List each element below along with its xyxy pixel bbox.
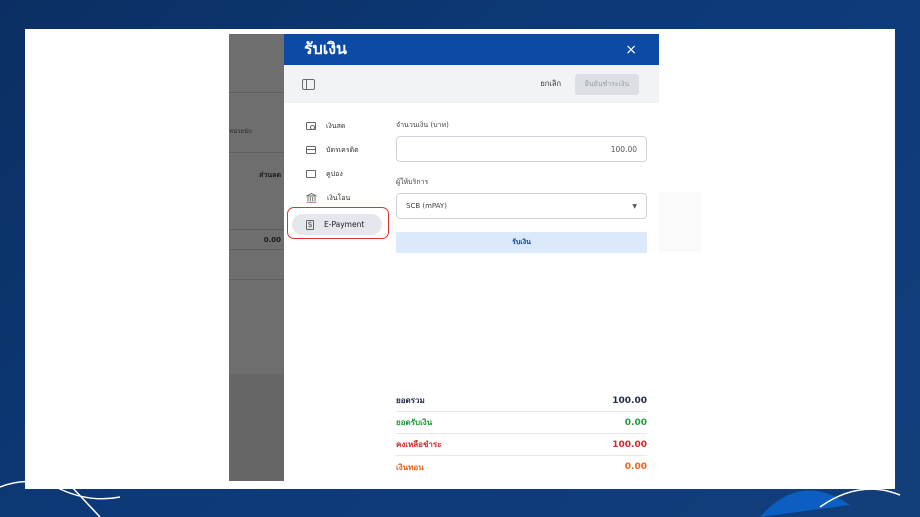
sidebar-item-credit-card[interactable]: บัตรเครดิต: [284, 138, 388, 162]
summary-row-change: เงินทอน 0.00: [396, 456, 647, 478]
toolbar-actions: ยกเลิก ยืนยันชำระเงิน: [540, 73, 639, 95]
divider: [229, 279, 284, 280]
coupon-icon: [306, 170, 316, 178]
amount-label: จำนวนเงิน (บาท): [396, 121, 449, 129]
bg-discount-value: 0.00: [263, 236, 281, 244]
receive-payment-modal: รับเงิน × ยกเลิก ยืนยันชำระเงิน เงินสด บ…: [284, 34, 659, 481]
divider: [229, 92, 284, 93]
sidebar-toggle-icon[interactable]: [302, 78, 315, 90]
credit-card-icon: [306, 146, 316, 154]
chevron-down-icon: ▼: [632, 202, 637, 210]
sidebar-item-coupon[interactable]: คูปอง: [284, 162, 388, 186]
cancel-button[interactable]: ยกเลิก: [540, 78, 561, 90]
divider: [229, 229, 284, 230]
amount-input[interactable]: [396, 136, 647, 162]
provider-select[interactable]: SCB (mPAY) ▼: [396, 193, 647, 219]
sidebar-item-label: บัตรเครดิต: [326, 145, 359, 154]
summary-value: 100.00: [612, 439, 647, 450]
summary-label: ยอดรวม: [396, 396, 425, 405]
sidebar-item-label: เงินสด: [326, 121, 346, 130]
background-app-overlay: หน่วยนับ ส่วนลด 0.00: [229, 34, 284, 481]
modal-toolbar: ยกเลิก ยืนยันชำระเงิน: [284, 65, 659, 103]
summary-row-received: ยอดรับเงิน 0.00: [396, 412, 647, 434]
summary-row-total: ยอดรวม 100.00: [396, 390, 647, 412]
modal-header: รับเงิน ×: [284, 34, 659, 65]
modal-title: รับเงิน: [304, 39, 347, 58]
summary-value: 0.00: [624, 417, 647, 428]
sidebar-item-label: เงินโอน: [327, 193, 351, 202]
payment-form: จำนวนเงิน (บาท) ผู้ให้บริการ SCB (mPAY) …: [396, 120, 647, 253]
bg-discount-label: ส่วนลด: [259, 171, 281, 179]
close-icon[interactable]: ×: [625, 43, 637, 57]
highlight-annotation: [287, 207, 389, 239]
summary-label: เงินทอน: [396, 462, 424, 472]
summary-value: 100.00: [612, 395, 647, 406]
provider-label: ผู้ให้บริการ: [396, 178, 429, 186]
ghost-card: [659, 192, 701, 252]
summary-row-remaining: คงเหลือชำระ 100.00: [396, 434, 647, 456]
bg-unit-label: หน่วยนับ: [229, 128, 252, 135]
confirm-payment-button[interactable]: ยืนยันชำระเงิน: [575, 73, 639, 95]
sidebar-item-cash[interactable]: เงินสด: [284, 114, 388, 138]
sidebar-item-label: คูปอง: [326, 169, 343, 178]
summary-label: ยอดรับเงิน: [396, 418, 433, 427]
receive-money-button[interactable]: รับเงิน: [396, 232, 647, 253]
summary-value: 0.00: [624, 462, 647, 472]
provider-selected-value: SCB (mPAY): [406, 202, 447, 210]
summary-label: คงเหลือชำระ: [396, 440, 442, 449]
divider: [229, 249, 284, 250]
bg-lower-panel: [229, 374, 284, 481]
payment-summary: ยอดรวม 100.00 ยอดรับเงิน 0.00 คงเหลือชำร…: [396, 390, 647, 478]
cash-icon: [306, 122, 316, 130]
divider: [229, 152, 284, 153]
bank-icon: [306, 192, 317, 203]
